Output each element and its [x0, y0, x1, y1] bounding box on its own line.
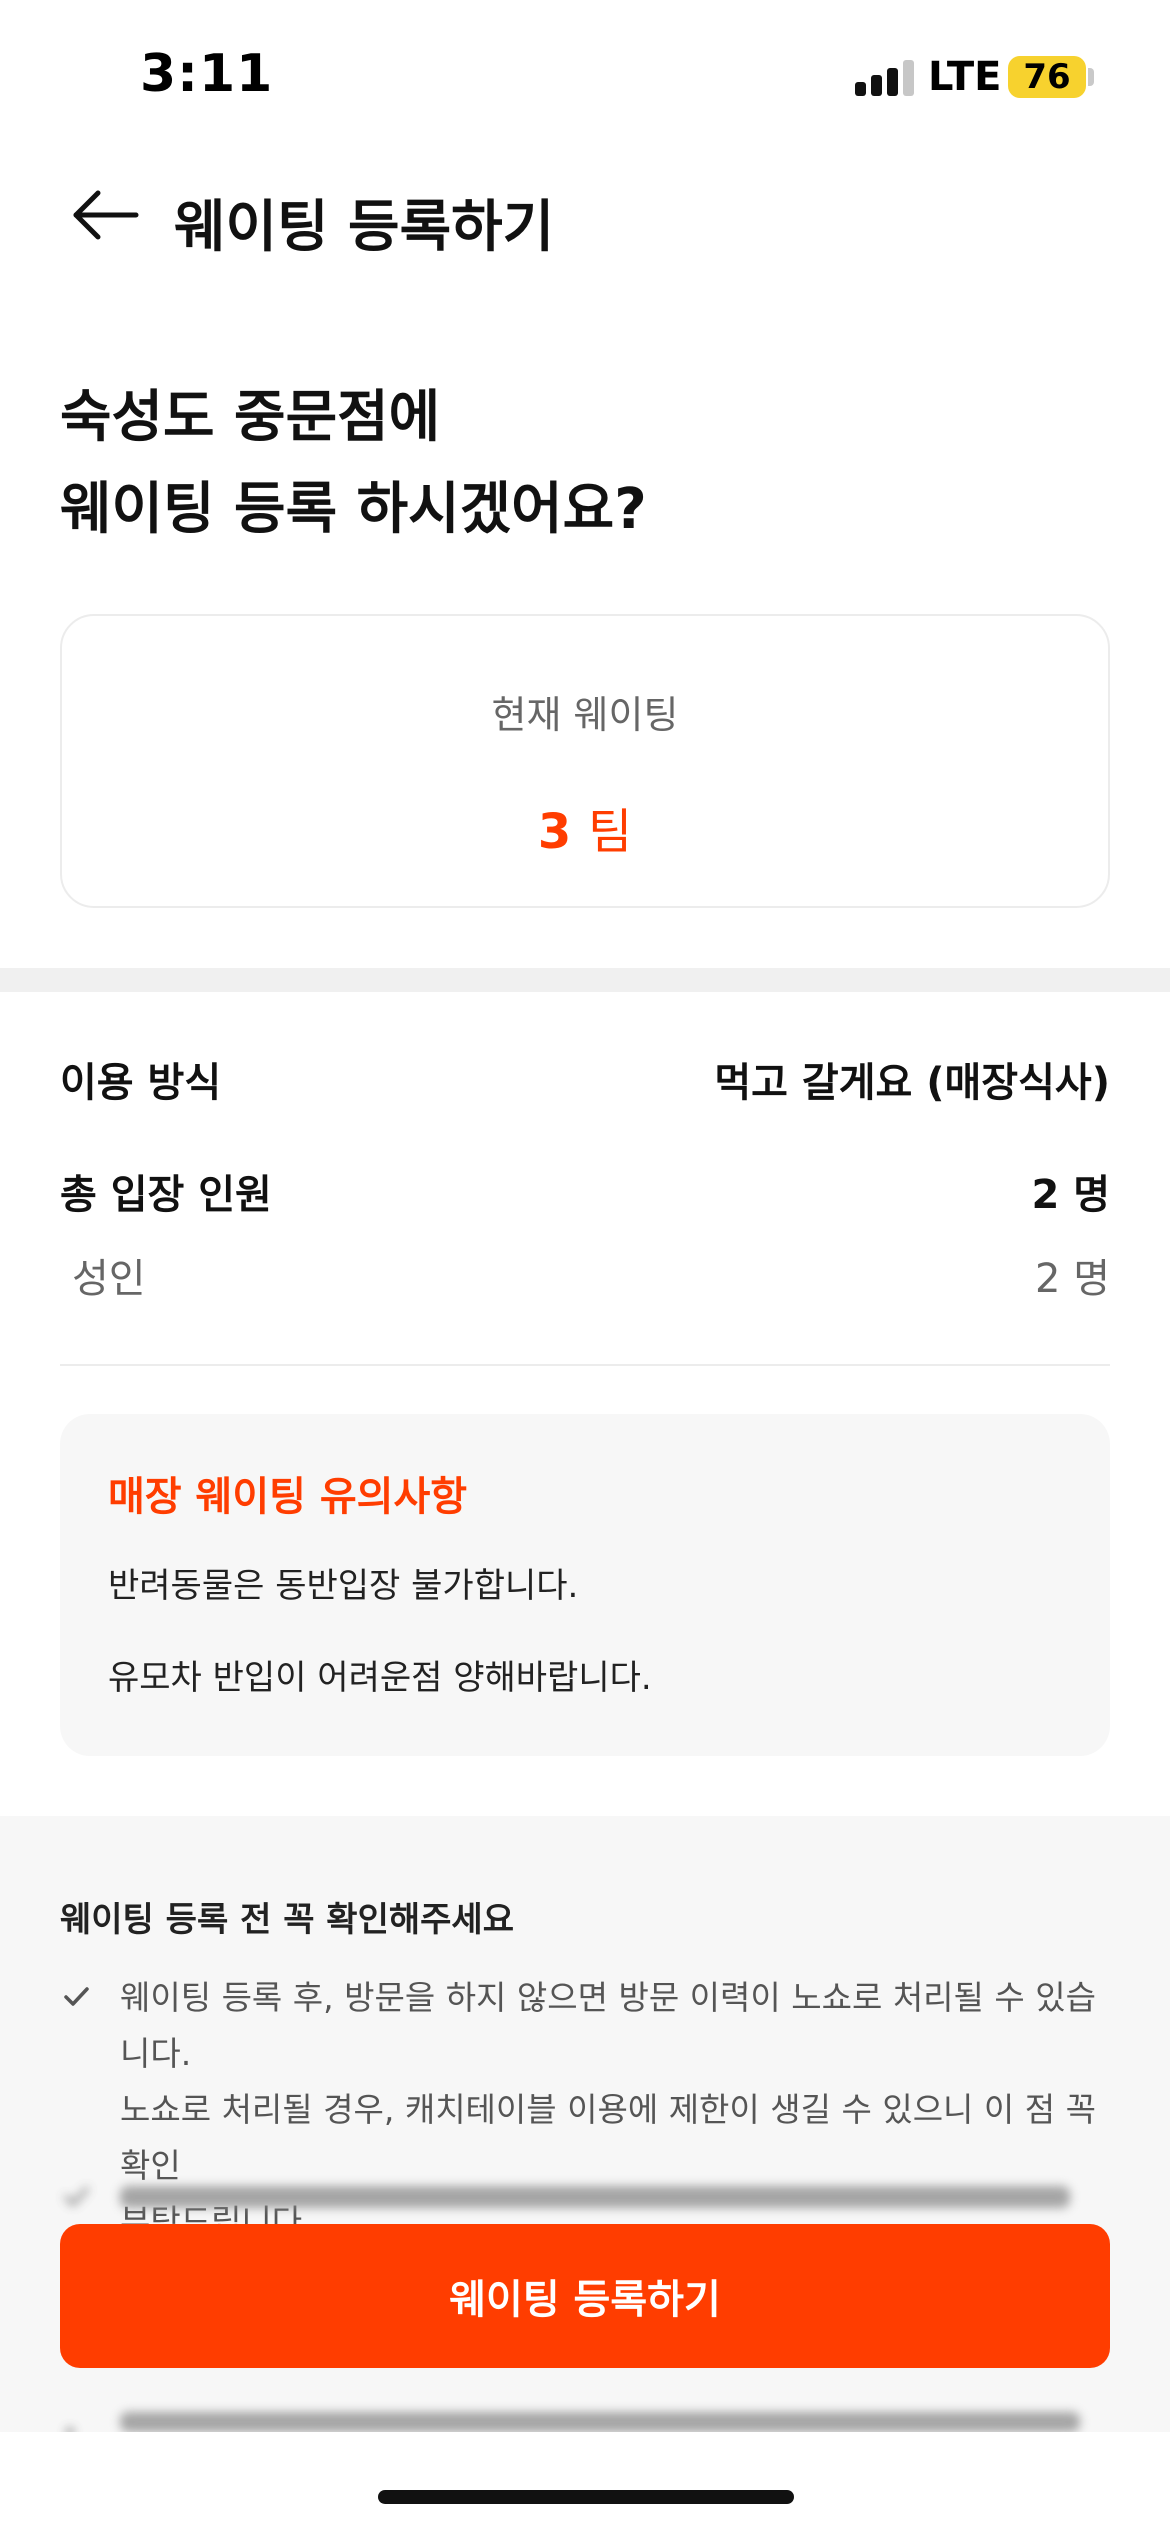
checklist-line: 웨이팅 등록 후, 방문을 하지 않으면 방문 이력이 노쇼로 처리될 수 있습…	[120, 1978, 1096, 2073]
battery-icon: 76	[1008, 56, 1086, 98]
adult-row: 성인 2 명	[60, 1246, 1110, 1304]
question-line-1: 숙성도 중문점에	[60, 385, 441, 450]
store-notice-box: 매장 웨이팅 유의사항 반려동물은 동반입장 불가합니다. 유모차 반입이 어려…	[60, 1414, 1110, 1756]
bottom-safe-area	[0, 2432, 1170, 2532]
waiting-count-unit: 팀	[587, 804, 633, 860]
back-button[interactable]	[66, 180, 146, 250]
register-waiting-button[interactable]: 웨이팅 등록하기	[60, 2224, 1110, 2368]
store-notice-title: 매장 웨이팅 유의사항	[108, 1474, 468, 1520]
usage-row: 이용 방식 먹고 갈게요 (매장식사)	[60, 1050, 1110, 1108]
battery-cap	[1088, 68, 1094, 86]
question-line-2: 웨이팅 등록 하시겠어요?	[60, 477, 647, 542]
network-type: LTE	[928, 54, 1002, 100]
usage-label: 이용 방식	[60, 1060, 222, 1106]
section-divider	[0, 968, 1170, 992]
page-title: 웨이팅 등록하기	[174, 195, 555, 260]
checklist-item-obscured	[60, 2406, 1110, 2432]
status-bar: 3:11 LTE 76	[0, 0, 1170, 150]
total-guests-value: 2 명	[1031, 1172, 1110, 1218]
adult-value: 2 명	[1035, 1256, 1110, 1302]
waiting-count-number: 3	[537, 804, 572, 860]
total-guests-row: 총 입장 인원 2 명	[60, 1162, 1110, 1220]
total-guests-label: 총 입장 인원	[60, 1172, 272, 1218]
current-waiting-count: 3 팀	[62, 792, 1108, 862]
battery-level: 76	[1023, 57, 1071, 97]
current-waiting-card: 현재 웨이팅 3 팀	[60, 614, 1110, 908]
current-waiting-label: 현재 웨이팅	[491, 693, 679, 737]
bullet-icon	[60, 2406, 120, 2432]
usage-value: 먹고 갈게요 (매장식사)	[714, 1060, 1110, 1106]
status-time: 3:11	[140, 44, 274, 104]
checklist-heading: 웨이팅 등록 전 꼭 확인해주세요	[60, 1900, 514, 1940]
adult-label: 성인	[72, 1256, 146, 1302]
obscured-text-block	[120, 2406, 1080, 2432]
details-divider	[60, 1364, 1110, 1366]
home-indicator	[378, 2490, 794, 2504]
signal-icon	[855, 60, 917, 96]
header: 웨이팅 등록하기	[0, 160, 1170, 270]
store-notice-line: 유모차 반입이 어려운점 양해바랍니다.	[108, 1658, 652, 1698]
store-notice-line: 반려동물은 동반입장 불가합니다.	[108, 1566, 579, 1606]
confirm-question: 숙성도 중문점에 웨이팅 등록 하시겠어요?	[60, 372, 647, 556]
arrow-left-icon	[73, 190, 139, 240]
